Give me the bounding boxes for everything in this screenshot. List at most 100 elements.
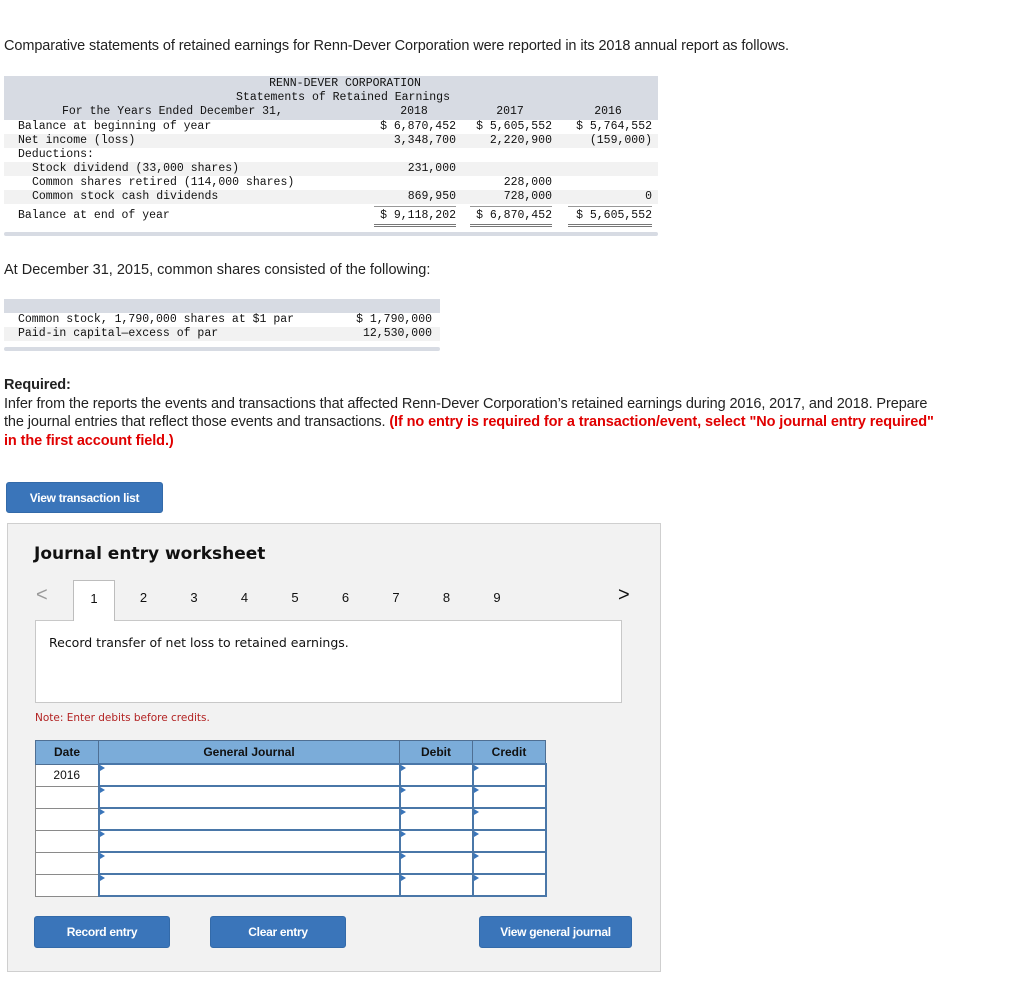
cell-value: $ 5,605,552	[476, 120, 552, 133]
cell-value: 728,000	[503, 190, 552, 203]
cell-value: $ 1,790,000	[356, 313, 432, 326]
statement-row: Common shares retired (114,000 shares) 22…	[4, 176, 658, 190]
row-label: Common stock cash dividends	[32, 190, 219, 203]
row-label: Stock dividend (33,000 shares)	[32, 162, 240, 175]
statement-header: RENN-DEVER CORPORATION Statements of Ret…	[4, 76, 658, 120]
record-entry-button[interactable]: Record entry	[34, 916, 170, 948]
common-shares-intro: At December 31, 2015, common shares cons…	[4, 262, 431, 278]
row-label: Paid-in capital—excess of par	[18, 327, 219, 340]
row-label: Common shares retired (114,000 shares)	[32, 176, 295, 189]
tab-page-8[interactable]: 8	[427, 590, 467, 605]
row-label: Deductions:	[18, 148, 94, 161]
cell-value: 2,220,900	[489, 134, 552, 147]
tab-page-6[interactable]: 6	[326, 590, 366, 605]
note-text: Note: Enter debits before credits.	[35, 712, 210, 724]
transaction-description: Record transfer of net loss to retained …	[35, 620, 622, 703]
date-cell[interactable]: 2016	[35, 763, 99, 787]
statement-period: For the Years Ended December 31,	[62, 105, 283, 118]
journal-row	[35, 807, 547, 831]
view-transaction-list-button[interactable]: View transaction list	[6, 482, 163, 513]
cell-value: $ 5,605,552	[576, 209, 652, 222]
tab-page-2[interactable]: 2	[124, 590, 164, 605]
cell-value: $ 9,118,202	[380, 209, 456, 222]
row-label: Common stock, 1,790,000 shares at $1 par	[18, 313, 295, 326]
required-title: Required:	[4, 377, 71, 393]
date-cell[interactable]	[35, 873, 99, 897]
description-text: Record transfer of net loss to retained …	[49, 635, 349, 650]
debit-field[interactable]	[398, 873, 474, 897]
debit-field[interactable]	[398, 807, 474, 831]
cell-value: 3,348,700	[393, 134, 456, 147]
row-label: Balance at end of year	[18, 209, 170, 222]
tab-page-9[interactable]: 9	[477, 590, 517, 605]
row-label: Balance at beginning of year	[18, 120, 212, 133]
cell-value: $ 5,764,552	[576, 120, 652, 133]
intro-text: Comparative statements of retained earni…	[4, 38, 789, 54]
column-header-debit: Debit	[399, 740, 473, 765]
date-cell[interactable]	[35, 851, 99, 875]
cell-value: 0	[645, 190, 652, 203]
journal-row	[35, 785, 547, 809]
tab-page-5[interactable]: 5	[275, 590, 315, 605]
credit-field[interactable]	[471, 829, 547, 853]
journal-entry-worksheet: Journal entry worksheet < 123456789 > Re…	[7, 523, 661, 972]
tab-page-7[interactable]: 7	[376, 590, 416, 605]
account-field[interactable]	[97, 807, 401, 831]
column-header-general-journal: General Journal	[98, 740, 400, 765]
cell-value: 869,950	[407, 190, 456, 203]
chevron-left-icon[interactable]: <	[36, 584, 48, 607]
statement-row: Net income (loss) 3,348,700 2,220,900 (159,…	[4, 134, 658, 148]
common-shares-table: Common stock, 1,790,000 shares at $1 par…	[4, 299, 440, 351]
tab-page-4[interactable]: 4	[225, 590, 265, 605]
account-field[interactable]	[97, 763, 401, 787]
cell-value: $ 6,870,452	[476, 209, 552, 222]
year-header: 2018	[400, 105, 428, 118]
debit-field[interactable]	[398, 851, 474, 875]
debit-field[interactable]	[398, 785, 474, 809]
table-row: Paid-in capital—excess of par 12,530,000	[4, 327, 440, 341]
retained-earnings-statement: RENN-DEVER CORPORATION Statements of Ret…	[4, 76, 658, 236]
journal-row	[35, 829, 547, 853]
journal-row	[35, 851, 547, 875]
debit-field[interactable]	[398, 763, 474, 787]
account-field[interactable]	[97, 873, 401, 897]
cell-value: 12,530,000	[362, 327, 432, 340]
statement-total-row: Balance at end of year $ 9,118,202 $ 6,8…	[4, 206, 658, 227]
date-cell[interactable]	[35, 829, 99, 853]
credit-field[interactable]	[471, 873, 547, 897]
statement-row: Common stock cash dividends 869,950 728,00…	[4, 190, 658, 204]
account-field[interactable]	[97, 785, 401, 809]
year-header: 2017	[496, 105, 524, 118]
credit-field[interactable]	[471, 807, 547, 831]
tab-page-1[interactable]: 1	[73, 580, 115, 621]
journal-row: 2016	[35, 763, 547, 787]
statement-row: Deductions:	[4, 148, 658, 162]
cell-value: 228,000	[503, 176, 552, 189]
account-field[interactable]	[97, 851, 401, 875]
clear-entry-button[interactable]: Clear entry	[210, 916, 346, 948]
required-section: Required: Infer from the reports the eve…	[4, 376, 944, 450]
general-journal-table: Date General Journal Debit Credit 2016	[35, 740, 547, 897]
company-name: RENN-DEVER CORPORATION	[269, 77, 421, 90]
statement-row: Balance at beginning of year $ 6,870,452 $…	[4, 120, 658, 134]
credit-field[interactable]	[471, 785, 547, 809]
journal-row	[35, 873, 547, 897]
table-row: Common stock, 1,790,000 shares at $1 par…	[4, 313, 440, 327]
date-cell[interactable]	[35, 785, 99, 809]
column-header-credit: Credit	[472, 740, 546, 765]
view-general-journal-button[interactable]: View general journal	[479, 916, 632, 948]
worksheet-pager: < 123456789 >	[8, 576, 660, 621]
debit-field[interactable]	[398, 829, 474, 853]
statement-title: Statements of Retained Earnings	[236, 91, 450, 104]
year-header: 2016	[594, 105, 622, 118]
worksheet-title: Journal entry worksheet	[34, 544, 266, 564]
date-cell[interactable]	[35, 807, 99, 831]
column-header-date: Date	[35, 740, 99, 765]
credit-field[interactable]	[471, 851, 547, 875]
cell-value: (159,000)	[589, 134, 652, 147]
chevron-right-icon[interactable]: >	[618, 584, 630, 607]
statement-row: Stock dividend (33,000 shares) 231,000	[4, 162, 658, 176]
credit-field[interactable]	[471, 763, 547, 787]
tab-page-3[interactable]: 3	[174, 590, 214, 605]
account-field[interactable]	[97, 829, 401, 853]
